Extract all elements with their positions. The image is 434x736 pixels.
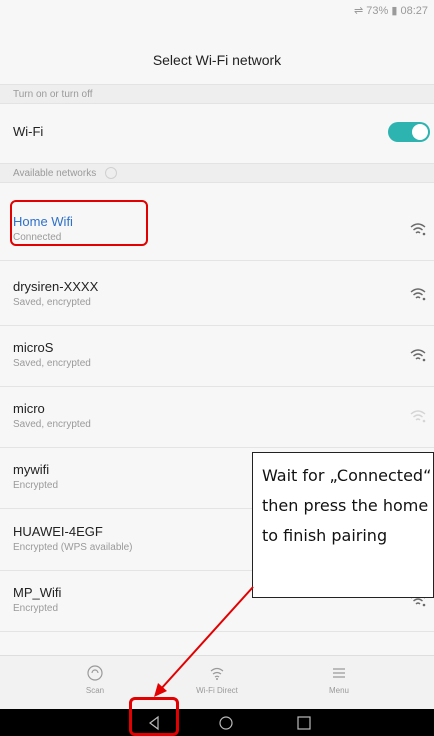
page-title: Select Wi-Fi network [152, 52, 282, 68]
recents-icon[interactable] [296, 715, 312, 731]
network-status: Encrypted [13, 480, 59, 491]
wifi-signal-icon [410, 410, 426, 423]
network-status: Saved, encrypted [13, 419, 91, 430]
network-row[interactable]: micro Saved, encrypted [0, 387, 434, 448]
menu-icon [333, 668, 345, 678]
available-networks-label: Available networks [13, 168, 97, 179]
scan-icon [87, 665, 103, 681]
section-header-toggle: Turn on or turn off [0, 84, 434, 104]
section-header-available: Available networks [0, 163, 434, 183]
wifi-signal-icon [410, 223, 426, 236]
back-button-highlight-box [129, 697, 179, 736]
loading-spinner-icon [104, 167, 117, 180]
network-row[interactable]: drysiren-XXXX Saved, encrypted [0, 265, 434, 326]
navigation-bar [0, 709, 434, 736]
connected-highlight-box [10, 200, 148, 246]
scan-tab[interactable]: Scan [55, 664, 135, 695]
status-bar: ⇌ 73% ▮ 08:27 [0, 0, 434, 22]
network-status: Saved, encrypted [13, 297, 91, 308]
toggle-knob [412, 124, 428, 140]
callout-text: Wait for „Connected“ status then press t… [262, 466, 433, 545]
network-name: microS [13, 340, 54, 355]
network-name: micro [13, 401, 45, 416]
wifi-toggle-row[interactable]: Wi-Fi [0, 106, 434, 156]
home-icon[interactable] [218, 715, 234, 731]
status-text: ⇌ 73% ▮ 08:27 [354, 5, 428, 17]
wifi-signal-icon [410, 288, 426, 301]
bottom-toolbar: Scan Wi-Fi Direct Menu [0, 655, 434, 710]
wifi-label: Wi-Fi [13, 124, 44, 139]
wifi-direct-label: Wi-Fi Direct [196, 686, 238, 695]
wifi-toggle[interactable] [388, 122, 430, 142]
network-status: Encrypted [13, 603, 59, 614]
wifi-signal-icon [410, 349, 426, 362]
network-row[interactable]: microS Saved, encrypted [0, 326, 434, 387]
network-name: mywifi [13, 462, 50, 477]
scan-label: Scan [85, 686, 105, 695]
network-status: Encrypted (WPS available) [13, 542, 133, 553]
network-name: drysiren-XXXX [13, 279, 99, 294]
wifi-direct-tab[interactable]: Wi-Fi Direct [177, 664, 257, 695]
wifi-direct-icon [210, 667, 224, 680]
instruction-callout: Wait for „Connected“ status then press t… [252, 452, 434, 598]
menu-tab[interactable]: Menu [299, 664, 379, 695]
network-name: HUAWEI-4EGF [13, 524, 103, 539]
menu-label: Menu [328, 686, 349, 695]
network-name: MP_Wifi [13, 585, 62, 600]
network-status: Saved, encrypted [13, 358, 91, 369]
